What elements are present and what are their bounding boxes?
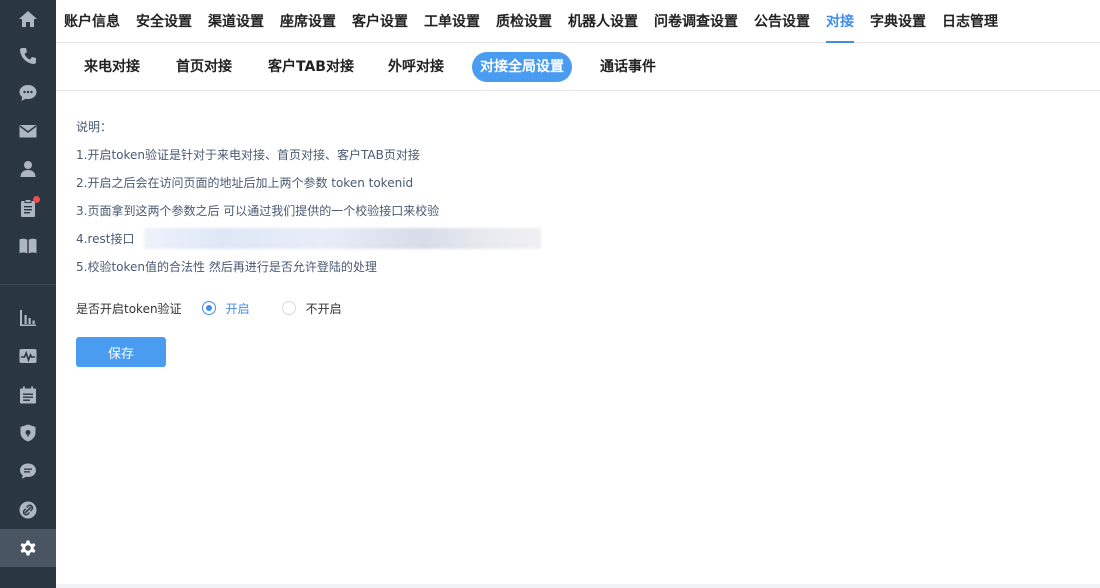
calendar-list-icon	[20, 386, 36, 404]
chat-bubble-icon	[19, 85, 37, 101]
sidebar-item-user[interactable]	[0, 150, 56, 188]
tab-agent-settings[interactable]: 座席设置	[280, 0, 336, 43]
note-line-4: 4.rest接口	[76, 232, 135, 246]
token-verification-row: 是否开启token验证 开启 不开启	[76, 297, 374, 319]
tab-customer-settings[interactable]: 客户设置	[352, 0, 408, 43]
tab-log-management[interactable]: 日志管理	[942, 0, 998, 43]
token-verification-label: 是否开启token验证	[76, 301, 182, 316]
sidebar-item-phone[interactable]	[0, 37, 56, 75]
tab-integration[interactable]: 对接	[826, 0, 854, 43]
notification-badge	[33, 196, 40, 203]
tab-quality-settings[interactable]: 质检设置	[496, 0, 552, 43]
sidebar-item-chat[interactable]	[0, 74, 56, 112]
radio-disable[interactable]: 不开启	[281, 300, 342, 317]
subtab-customer-tab[interactable]: 客户TAB对接	[268, 52, 354, 82]
sidebar-item-link[interactable]	[0, 491, 56, 529]
tab-channel-settings[interactable]: 渠道设置	[208, 0, 264, 43]
note-line-2: 2.开启之后会在访问页面的地址后加上两个参数 token tokenid	[76, 176, 414, 190]
tab-security-settings[interactable]: 安全设置	[136, 0, 192, 43]
radio-disable-indicator[interactable]	[281, 301, 296, 315]
link-icon	[19, 501, 37, 519]
sidebar-divider	[0, 284, 56, 285]
sidebar-item-settings[interactable]	[0, 529, 56, 567]
radio-disable-label: 不开启	[305, 301, 342, 316]
sidebar-item-clipboard[interactable]	[0, 189, 56, 227]
sidebar-item-book[interactable]	[0, 227, 56, 265]
sidebar-item-mail[interactable]	[0, 112, 56, 150]
top-navigation: 账户信息 安全设置 渠道设置 座席设置 客户设置 工单设置 质检设置 机器人设置…	[56, 0, 1100, 43]
subtab-homepage[interactable]: 首页对接	[176, 52, 232, 82]
tab-notice-settings[interactable]: 公告设置	[754, 0, 810, 43]
sidebar-item-reports[interactable]	[0, 299, 56, 337]
home-icon	[19, 11, 37, 27]
note-line-1: 1.开启token验证是针对于来电对接、首页对接、客户TAB页对接	[76, 148, 420, 162]
radio-enable[interactable]: 开启	[201, 300, 250, 317]
gear-icon	[20, 540, 36, 556]
sidebar	[0, 0, 56, 588]
note-line-3: 3.页面拿到这两个参数之后 可以通过我们提供的一个校验接口来校验	[76, 204, 440, 218]
note-line-5: 5.校验token值的合法性 然后再进行是否允许登陆的处理	[76, 260, 377, 274]
phone-icon	[20, 48, 36, 64]
pulse-icon	[19, 349, 37, 363]
shield-icon	[20, 424, 36, 442]
radio-enable-label: 开启	[225, 301, 250, 316]
subtab-outbound-call[interactable]: 外呼对接	[388, 52, 444, 82]
sidebar-item-schedule[interactable]	[0, 376, 56, 414]
notes-title: 说明：	[76, 120, 113, 134]
redacted-url	[144, 228, 541, 249]
sidebar-item-home[interactable]	[0, 0, 56, 38]
tab-account-info[interactable]: 账户信息	[64, 0, 120, 43]
save-button[interactable]: 保存	[76, 337, 166, 367]
user-icon	[20, 161, 36, 177]
sidebar-item-monitor[interactable]	[0, 337, 56, 375]
book-icon	[19, 238, 37, 254]
sidebar-item-security[interactable]	[0, 414, 56, 452]
tab-ticket-settings[interactable]: 工单设置	[424, 0, 480, 43]
sidebar-item-messages[interactable]	[0, 452, 56, 490]
tab-robot-settings[interactable]: 机器人设置	[568, 0, 638, 43]
bar-chart-icon	[20, 310, 36, 326]
subtab-call-events[interactable]: 通话事件	[600, 52, 656, 82]
subtab-global-settings[interactable]: 对接全局设置	[472, 52, 572, 82]
sub-navigation: 来电对接 首页对接 客户TAB对接 外呼对接 对接全局设置 通话事件	[56, 43, 1100, 91]
message-icon	[20, 463, 36, 479]
radio-enable-indicator[interactable]	[201, 301, 216, 315]
subtab-incoming-call[interactable]: 来电对接	[84, 52, 140, 82]
main-panel: 账户信息 安全设置 渠道设置 座席设置 客户设置 工单设置 质检设置 机器人设置…	[56, 0, 1100, 584]
tab-survey-settings[interactable]: 问卷调查设置	[654, 0, 738, 43]
tab-dictionary-settings[interactable]: 字典设置	[870, 0, 926, 43]
mail-icon	[19, 125, 37, 138]
